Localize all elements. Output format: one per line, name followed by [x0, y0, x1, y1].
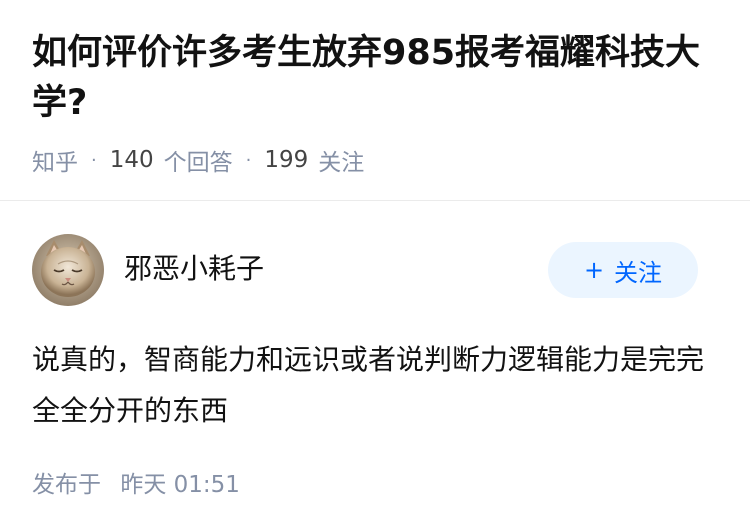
source-label[interactable]: 知乎 — [32, 143, 78, 177]
answer-content[interactable]: 说真的，智商能力和远识或者说判断力逻辑能力是完完全全分开的东西 — [32, 334, 712, 436]
posted-info: 发布于 昨天 01:51 — [32, 465, 240, 499]
section-divider — [0, 200, 750, 201]
answer-page: 如何评价许多考生放弃985报考福耀科技大学? 知乎 · 140 个回答 · 19… — [0, 0, 750, 532]
posted-time: 昨天 01:51 — [120, 472, 240, 498]
meta-separator: · — [245, 149, 252, 171]
cat-avatar-icon — [32, 234, 104, 306]
posted-label: 发布于 — [32, 472, 101, 498]
meta-separator: · — [91, 149, 97, 171]
follower-count[interactable]: 199 — [264, 147, 308, 173]
answer-count-label[interactable]: 个回答 — [164, 143, 233, 177]
follow-button[interactable]: + 关注 — [548, 242, 698, 298]
follower-count-label[interactable]: 关注 — [318, 143, 364, 177]
plus-icon: + — [583, 256, 605, 284]
author-name[interactable]: 邪恶小耗子 — [124, 250, 264, 288]
avatar[interactable] — [32, 234, 104, 306]
question-meta: 知乎 · 140 个回答 · 199 关注 — [32, 143, 364, 177]
question-title[interactable]: 如何评价许多考生放弃985报考福耀科技大学? — [32, 28, 722, 128]
answer-count[interactable]: 140 — [110, 147, 154, 173]
follow-button-label: 关注 — [614, 258, 663, 287]
